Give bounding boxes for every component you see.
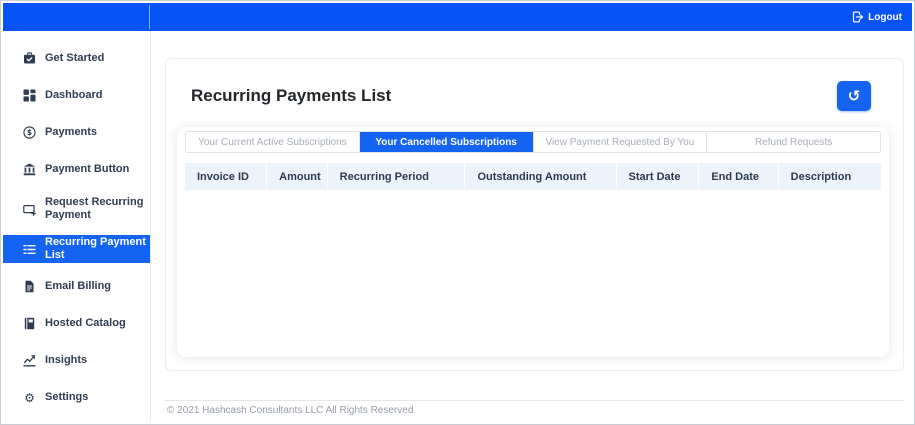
briefcase-check-icon bbox=[23, 52, 36, 65]
copyright-footer: © 2021 Hashcash Consultants LLC All Righ… bbox=[165, 400, 904, 422]
sidebar-item-payments[interactable]: $ Payments bbox=[3, 114, 150, 151]
sidebar-item-label: Dashboard bbox=[45, 89, 103, 102]
sidebar-item-get-started[interactable]: Get Started bbox=[3, 40, 150, 77]
sidebar-item-label: Payments bbox=[45, 126, 97, 139]
column-header-end-date: End Date bbox=[699, 163, 779, 190]
sidebar-item-label: Hosted Catalog bbox=[45, 317, 126, 330]
sidebar: Get Started Dashboard $ Payments Payment… bbox=[3, 31, 151, 422]
dollar-circle-icon: $ bbox=[23, 126, 36, 139]
table-header-row: Invoice ID Amount Recurring Period Outst… bbox=[185, 163, 881, 190]
sidebar-item-label: Get Started bbox=[45, 52, 105, 65]
refresh-history-button[interactable]: ↺ bbox=[837, 81, 871, 111]
chart-icon bbox=[23, 354, 36, 367]
recurring-payments-panel: Recurring Payments List ↺ Your Current A… bbox=[165, 58, 904, 371]
sidebar-item-label: Payment Button bbox=[45, 163, 130, 176]
svg-text:$: $ bbox=[27, 128, 32, 137]
document-icon bbox=[23, 280, 36, 293]
bank-icon bbox=[23, 163, 36, 176]
grid-icon bbox=[23, 89, 36, 102]
column-header-start-date: Start Date bbox=[617, 163, 700, 190]
logout-label: Logout bbox=[868, 11, 902, 23]
history-icon: ↺ bbox=[847, 86, 861, 105]
column-header-recurring-period: Recurring Period bbox=[328, 163, 466, 190]
tab-refund-requests[interactable]: Refund Requests bbox=[707, 132, 880, 152]
list-icon bbox=[23, 243, 36, 256]
column-header-description: Description bbox=[790, 170, 852, 183]
gear-icon: ⚙ bbox=[24, 390, 35, 405]
card-plus-icon bbox=[23, 203, 36, 216]
sidebar-item-label: Insights bbox=[45, 354, 88, 367]
subscription-tabs: Your Current Active Subscriptions Your C… bbox=[185, 131, 881, 153]
sidebar-item-label: Email Billing bbox=[45, 280, 112, 293]
column-header-amount: Amount bbox=[267, 163, 328, 190]
tab-current-active-subscriptions[interactable]: Your Current Active Subscriptions bbox=[186, 132, 360, 152]
sidebar-item-payment-button[interactable]: Payment Button bbox=[3, 151, 150, 188]
column-header-outstanding-amount: Outstanding Amount bbox=[465, 163, 617, 190]
topbar: Logout bbox=[3, 3, 912, 31]
sidebar-item-email-billing[interactable]: Email Billing bbox=[3, 268, 150, 305]
page-title: Recurring Payments List bbox=[191, 86, 392, 105]
book-icon bbox=[23, 317, 36, 330]
subscriptions-card: Your Current Active Subscriptions Your C… bbox=[177, 127, 889, 357]
sidebar-item-dashboard[interactable]: Dashboard bbox=[3, 77, 150, 114]
sidebar-item-label: Settings bbox=[45, 391, 89, 404]
sidebar-item-label: Request Recurring Payment bbox=[45, 196, 144, 221]
table-empty-body bbox=[185, 190, 881, 357]
logout-icon bbox=[852, 11, 864, 23]
column-header-invoice-id: Invoice ID bbox=[185, 163, 268, 190]
sidebar-item-settings[interactable]: ⚙ Settings bbox=[3, 379, 150, 416]
main-content: Recurring Payments List ↺ Your Current A… bbox=[151, 31, 912, 422]
topbar-divider bbox=[149, 5, 150, 29]
sidebar-item-hosted-catalog[interactable]: Hosted Catalog bbox=[3, 305, 150, 342]
tab-view-payment-requested[interactable]: View Payment Requested By You bbox=[533, 132, 708, 152]
recurring-payments-table: Invoice ID Amount Recurring Period Outst… bbox=[185, 163, 881, 357]
logout-button[interactable]: Logout bbox=[852, 11, 902, 23]
app-window: Logout Get Started Dashboard $ Payments … bbox=[0, 0, 915, 425]
sidebar-item-request-recurring-payment[interactable]: Request Recurring Payment bbox=[3, 188, 150, 230]
sidebar-item-label: Recurring Payment List bbox=[45, 236, 146, 261]
sidebar-item-recurring-payment-list[interactable]: Recurring Payment List bbox=[3, 235, 150, 263]
sidebar-item-insights[interactable]: Insights bbox=[3, 342, 150, 379]
tab-cancelled-subscriptions[interactable]: Your Cancelled Subscriptions bbox=[359, 132, 534, 152]
